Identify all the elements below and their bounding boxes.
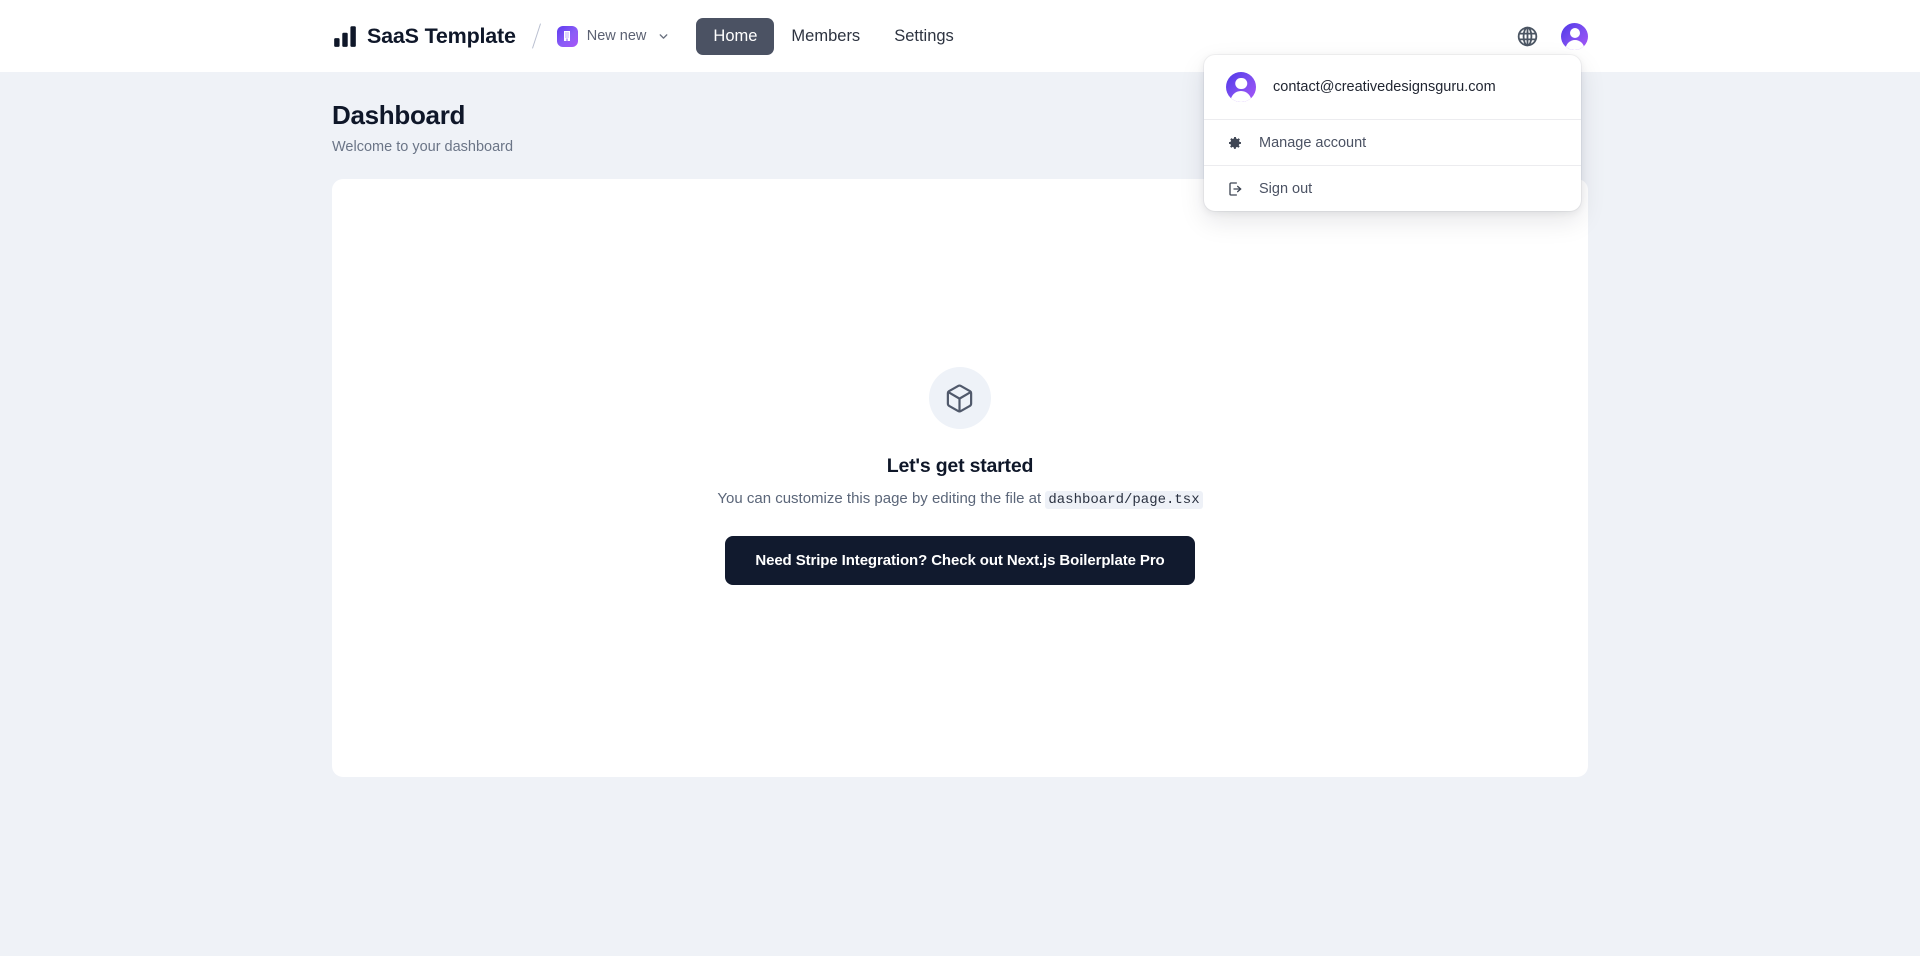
nav-item-settings[interactable]: Settings (877, 18, 971, 55)
breadcrumb-separator (531, 23, 541, 49)
user-email: contact@creativedesignsguru.com (1273, 79, 1496, 95)
avatar-body (1230, 91, 1252, 102)
user-menu-account-row: contact@creativedesignsguru.com (1204, 55, 1581, 119)
org-switcher[interactable]: New new (553, 23, 675, 50)
main-navigation: Home Members Settings (696, 17, 971, 55)
org-name: New new (586, 28, 647, 44)
file-path-code: dashboard/page.tsx (1045, 491, 1203, 509)
empty-state-description: You can customize this page by editing t… (717, 490, 1203, 509)
app-header: SaaS Template New new Home Members Setti… (0, 0, 1920, 72)
page-footer-strip (0, 956, 1920, 968)
empty-state-title: Let's get started (886, 455, 1034, 477)
nav-item-members[interactable]: Members (774, 18, 877, 55)
user-menu-dropdown: contact@creativedesignsguru.com Manage a… (1204, 55, 1581, 211)
menu-item-label: Manage account (1259, 134, 1367, 151)
menu-item-sign-out[interactable]: Sign out (1204, 166, 1581, 211)
brand-name: SaaS Template (367, 23, 516, 48)
dashboard-card: Let's get started You can customize this… (332, 179, 1588, 777)
empty-state: Let's get started You can customize this… (717, 367, 1203, 585)
avatar-body (1565, 39, 1584, 50)
avatar-head (1235, 77, 1247, 89)
brand-logo-link[interactable]: SaaS Template (332, 23, 516, 49)
header-actions (1514, 22, 1588, 50)
chevron-down-icon (657, 30, 670, 43)
sign-out-icon (1226, 180, 1243, 197)
menu-item-manage-account[interactable]: Manage account (1204, 120, 1581, 165)
building-icon (556, 25, 578, 47)
bar-chart-icon (332, 23, 358, 49)
user-avatar-button[interactable] (1561, 22, 1588, 50)
stripe-integration-cta-button[interactable]: Need Stripe Integration? Check out Next.… (725, 536, 1195, 585)
menu-item-label: Sign out (1259, 180, 1313, 197)
avatar-head (1569, 27, 1580, 38)
gear-icon (1226, 134, 1243, 151)
nav-item-home[interactable]: Home (696, 17, 775, 55)
box-3d-icon (928, 367, 991, 429)
globe-icon[interactable] (1514, 23, 1540, 49)
user-avatar (1226, 72, 1256, 102)
empty-state-description-text: You can customize this page by editing t… (717, 490, 1046, 507)
